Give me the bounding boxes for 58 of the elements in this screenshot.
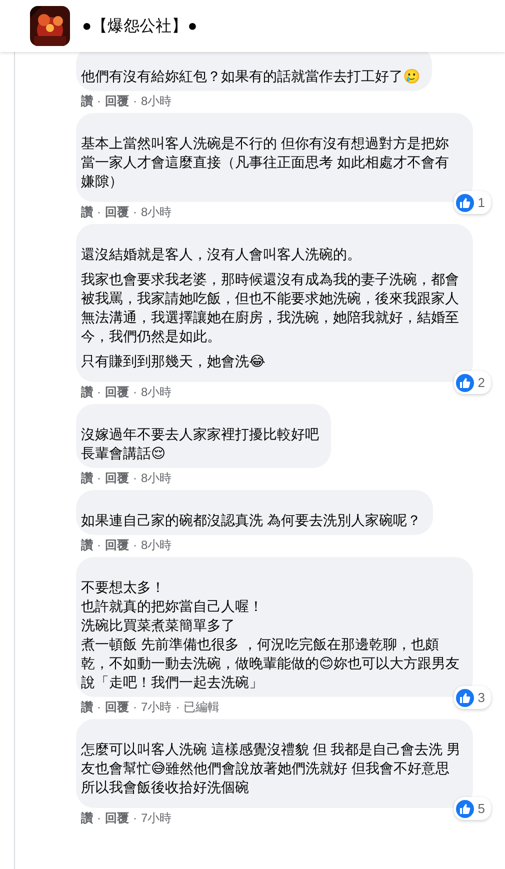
separator-dot: · (133, 811, 137, 825)
separator-dot: · (133, 205, 137, 219)
timestamp[interactable]: 7小時 (141, 698, 172, 716)
like-icon (456, 194, 474, 212)
separator-dot: · (97, 471, 101, 485)
reaction-count[interactable]: 5 (454, 797, 491, 820)
timestamp[interactable]: 7小時 (141, 810, 172, 826)
separator-dot: · (97, 700, 101, 714)
like-link[interactable]: 讚 (81, 810, 93, 826)
comment-text: 他們有沒有給妳紅包？如果有的話就當作去打工好了🥲 (81, 67, 420, 86)
reply-link[interactable]: 回覆 (105, 536, 129, 554)
comment-text: 還沒結婚就是客人，沒有人會叫客人洗碗的。 (81, 245, 362, 264)
comment-text: 只有賺到到那幾天，她會洗😂 (81, 352, 266, 371)
separator-dot: · (133, 538, 137, 552)
separator-dot: · (133, 385, 137, 399)
reaction-count[interactable]: 2 (454, 371, 491, 394)
timestamp[interactable]: 8小時 (141, 536, 172, 554)
reply-link[interactable]: 回覆 (105, 204, 129, 220)
page-title: ●【爆怨公社】● (82, 16, 198, 36)
comment-text: 不要想太多！ (81, 578, 166, 597)
separator-dot: · (97, 538, 101, 552)
comment-text: 洗碗比買菜煮菜簡單多了 (81, 616, 236, 635)
comment-text: 基本上當然叫客人洗碗是不行的 但你有沒有想過對方是把妳當一家人才會這麼直接（凡事往正面思考 如此相處才不會有嫌隙） (81, 134, 450, 191)
comment-text: 如果連自己家的碗都沒認真洗 為何要去洗別人家碗呢？ (81, 511, 421, 530)
timestamp[interactable]: 8小時 (141, 470, 172, 486)
reply-link[interactable]: 回覆 (105, 470, 129, 486)
like-icon (456, 800, 474, 818)
like-icon (456, 688, 474, 706)
timestamp[interactable]: 8小時 (141, 204, 172, 220)
separator-dot: · (133, 471, 137, 485)
reply-link[interactable]: 回覆 (105, 810, 129, 826)
like-link[interactable]: 讚 (81, 92, 93, 110)
comment-text: 我家也會要求我老婆，那時候還沒有成為我的妻子洗碗，都會被我罵，我家請她吃飯，但也不能要求她洗碗，後來我跟家人無法溝通，我選擇讓她在廚房，我洗碗，她陪我就好，結婚至今，我們仍然是如此。 (81, 270, 460, 346)
like-link[interactable]: 讚 (81, 698, 93, 716)
edited-label: 已編輯 (184, 698, 220, 716)
like-link[interactable]: 讚 (81, 384, 93, 400)
like-link[interactable]: 讚 (81, 470, 93, 486)
comment-text: 也許就真的把妳當自己人喔！ (81, 597, 264, 616)
reaction-count[interactable]: 3 (454, 686, 491, 709)
reply-link[interactable]: 回覆 (105, 92, 129, 110)
separator-dot: · (97, 205, 101, 219)
separator-dot: · (176, 700, 180, 714)
reply-link[interactable]: 回覆 (105, 698, 129, 716)
separator-dot: · (133, 700, 137, 714)
separator-dot: · (133, 94, 137, 108)
separator-dot: · (97, 94, 101, 108)
separator-dot: · (97, 811, 101, 825)
reaction-count[interactable]: 1 (454, 191, 491, 214)
like-icon (456, 374, 474, 392)
timestamp[interactable]: 8小時 (141, 384, 172, 400)
comment-text: 長輩會講話😌 (81, 444, 167, 463)
comment-text: 怎麼可以叫客人洗碗 這樣感覺沒禮貌 但 我都是自己會去洗 男友也會幫忙😅雖然他們會說放著她們洗就好 但我會不好意思所以我會飯後收拾好洗個碗 (81, 740, 461, 797)
reply-link[interactable]: 回覆 (105, 384, 129, 400)
comment-text: 沒嫁過年不要去人家家裡打擾比較好吧 (81, 425, 319, 444)
separator-dot: · (97, 385, 101, 399)
like-link[interactable]: 讚 (81, 204, 93, 220)
timestamp[interactable]: 8小時 (141, 92, 172, 110)
like-link[interactable]: 讚 (81, 536, 93, 554)
